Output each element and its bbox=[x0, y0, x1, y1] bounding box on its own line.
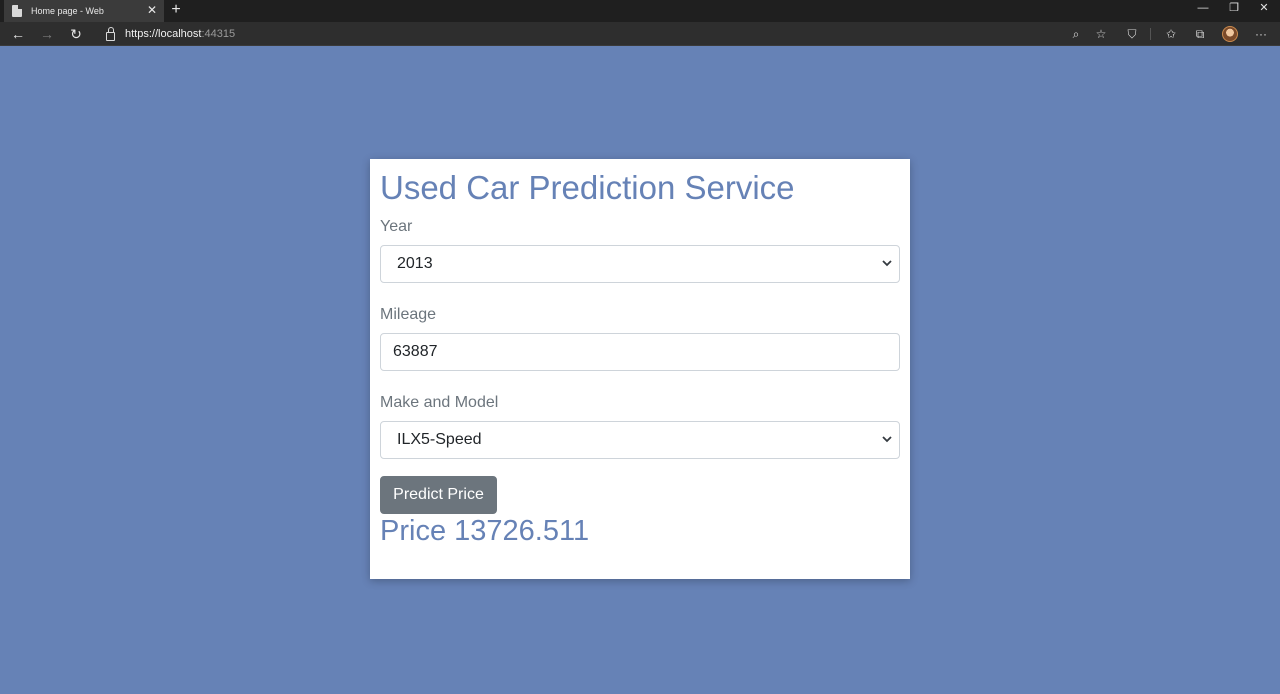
page-title: Used Car Prediction Service bbox=[380, 169, 795, 206]
profile-avatar[interactable] bbox=[1222, 26, 1238, 42]
price-result: Price 13726.511 bbox=[380, 514, 900, 548]
collections-icon[interactable]: ⧉ bbox=[1191, 25, 1209, 43]
page-icon bbox=[12, 5, 22, 17]
close-window-button[interactable]: ✕ bbox=[1249, 0, 1279, 22]
mileage-value: 63887 bbox=[393, 343, 438, 360]
predict-price-button[interactable]: Predict Price bbox=[380, 476, 497, 514]
url-port: :44315 bbox=[201, 28, 236, 40]
zoom-icon[interactable]: ⌕ bbox=[1067, 25, 1085, 43]
price-label: Price bbox=[380, 515, 447, 547]
mileage-input[interactable]: 63887 bbox=[380, 333, 900, 371]
make-model-label: Make and Model bbox=[380, 394, 499, 411]
year-select[interactable]: 2013 bbox=[380, 245, 900, 283]
chevron-down-icon bbox=[882, 436, 892, 443]
make-model-select[interactable]: ILX5-Speed bbox=[380, 421, 900, 459]
browser-toolbar: ← → ↻ https://localhost:44315 ⌕ ☆ ⛉ ✩ ⧉ … bbox=[0, 22, 1280, 46]
make-model-selected-value: ILX5-Speed bbox=[397, 431, 482, 448]
url-host: https://localhost bbox=[125, 28, 202, 40]
favorites-icon[interactable]: ✩ bbox=[1162, 25, 1180, 43]
year-label: Year bbox=[380, 218, 413, 235]
pocket-icon[interactable]: ⛉ bbox=[1123, 25, 1141, 43]
forward-button[interactable]: → bbox=[38, 25, 56, 43]
browser-titlebar: Home page - Web ✕ + — ❐ ✕ bbox=[0, 0, 1280, 22]
address-bar[interactable]: https://localhost:44315 bbox=[98, 24, 1120, 44]
more-menu-icon[interactable]: ··· bbox=[1252, 25, 1270, 43]
price-value: 13726.511 bbox=[454, 515, 590, 547]
mileage-label: Mileage bbox=[380, 306, 437, 323]
minimize-button[interactable]: — bbox=[1188, 0, 1218, 22]
tab-title: Home page - Web bbox=[31, 6, 104, 16]
lock-icon bbox=[106, 26, 115, 41]
restore-button[interactable]: ❐ bbox=[1219, 0, 1249, 22]
year-selected-value: 2013 bbox=[397, 255, 433, 272]
browser-tab[interactable]: Home page - Web ✕ bbox=[4, 0, 164, 22]
prediction-card: Used Car Prediction Service Year 2013 Mi… bbox=[370, 159, 910, 579]
new-tab-button[interactable]: + bbox=[168, 2, 184, 18]
close-tab-icon[interactable]: ✕ bbox=[147, 4, 157, 16]
back-button[interactable]: ← bbox=[9, 25, 27, 43]
chevron-down-icon bbox=[882, 260, 892, 267]
toolbar-divider bbox=[1150, 28, 1151, 40]
favorite-star-icon[interactable]: ☆ bbox=[1092, 25, 1110, 43]
refresh-button[interactable]: ↻ bbox=[67, 25, 85, 43]
